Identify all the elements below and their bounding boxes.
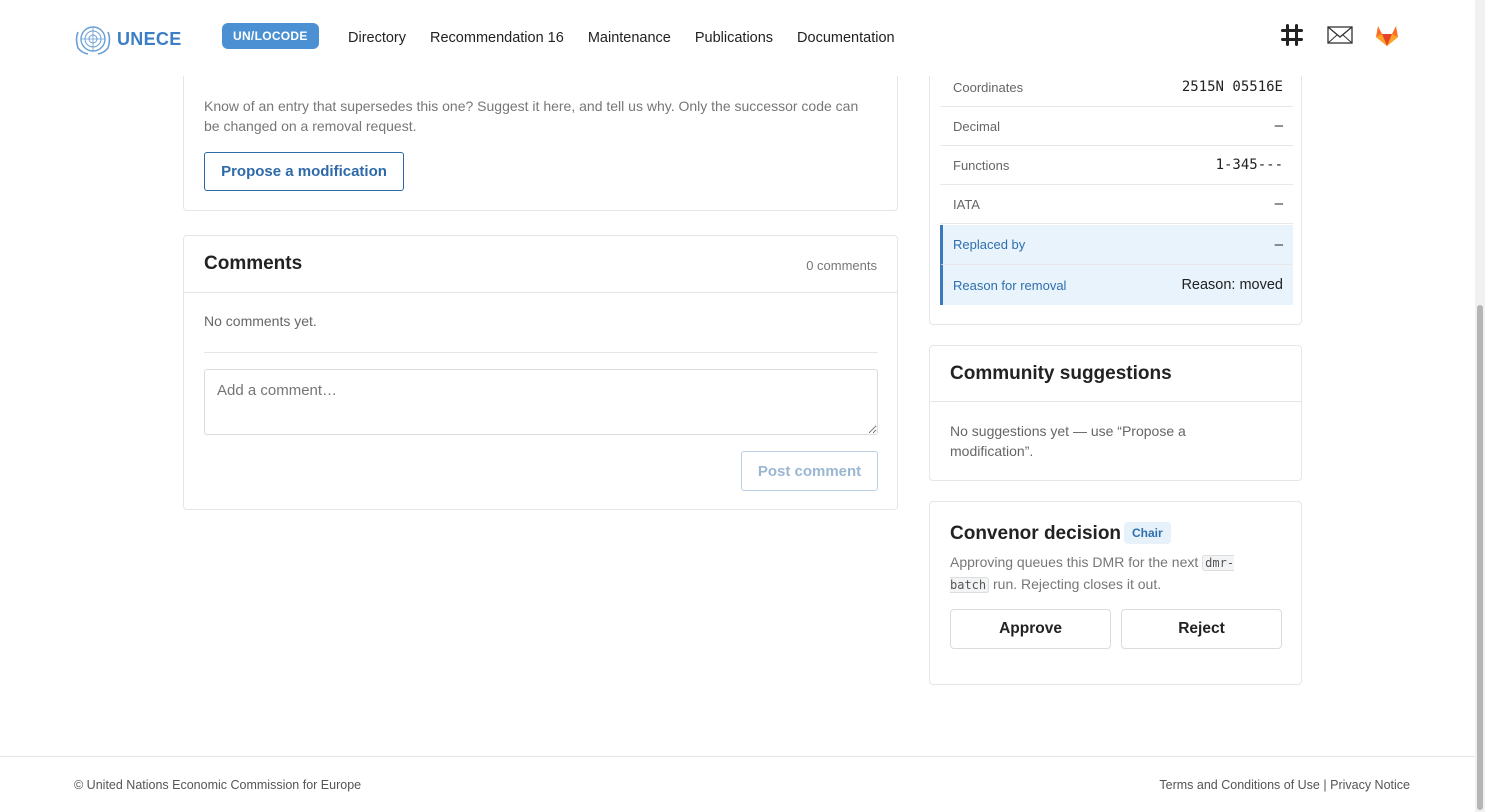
modification-text: Know of an entry that supersedes this on…	[204, 98, 859, 134]
comments-header: Comments 0 comments	[184, 236, 897, 293]
no-comments-text: No comments yet.	[204, 313, 317, 329]
footer: © United Nations Economic Commission for…	[0, 756, 1475, 812]
post-comment-button[interactable]: Post comment	[741, 451, 878, 491]
decision-title: Convenor decision	[950, 523, 1122, 544]
detail-label: Coordinates	[953, 79, 1024, 95]
nav-publications[interactable]: Publications	[695, 30, 773, 46]
approve-button[interactable]: Approve	[950, 609, 1111, 649]
terms-link[interactable]: Terms and Conditions of Use	[1159, 778, 1320, 792]
nav-directory[interactable]: Directory	[348, 30, 406, 46]
detail-value: —	[1274, 196, 1283, 212]
detail-label: IATA	[953, 196, 980, 212]
unlocode-badge[interactable]: UN/LOCODE	[222, 23, 319, 49]
slack-icon[interactable]	[1279, 22, 1305, 48]
scrollbar-thumb[interactable]	[1477, 305, 1483, 810]
chair-badge: Chair	[1124, 522, 1171, 544]
logo-text: UNECE	[117, 28, 182, 49]
detail-row-functions: Functions 1-345---	[940, 146, 1293, 185]
top-navbar: UNECE UN/LOCODE Directory Recommendation…	[0, 0, 1475, 76]
unece-logo[interactable]: UNECE	[74, 22, 182, 56]
un-emblem-icon	[75, 26, 111, 55]
detail-label: Decimal	[953, 118, 1000, 134]
mail-icon[interactable]	[1326, 22, 1354, 48]
detail-label: Replaced by	[953, 237, 1026, 252]
comment-input[interactable]	[204, 369, 878, 435]
detail-value: Reason: moved	[1181, 277, 1283, 293]
footer-separator: |	[1323, 778, 1327, 792]
detail-value: 2515N 05516E	[1181, 79, 1283, 95]
decision-description: Approving queues this DMR for the next d…	[950, 552, 1270, 596]
comments-card: Comments 0 comments No comments yet. Pos…	[183, 235, 898, 510]
comments-title: Comments	[204, 253, 303, 274]
page-scrollbar[interactable]	[1475, 0, 1485, 812]
nav-documentation[interactable]: Documentation	[797, 30, 895, 46]
detail-value: —	[1274, 236, 1283, 253]
detail-row-iata: IATA —	[940, 185, 1293, 224]
convenor-decision-card: Convenor decision Chair Approving queues…	[929, 501, 1302, 685]
details-card: Coordinates 2515N 05516E Decimal — Funct…	[929, 40, 1302, 325]
community-suggestions-card: Community suggestions No suggestions yet…	[929, 345, 1302, 481]
gitlab-icon[interactable]	[1374, 22, 1400, 48]
detail-value: 1-345---	[1215, 157, 1283, 173]
footer-links: Terms and Conditions of Use | Privacy No…	[1159, 778, 1410, 792]
decision-text-before: Approving queues this DMR for the next	[950, 554, 1203, 570]
suggestions-title: Community suggestions	[950, 363, 1172, 384]
comments-divider	[204, 352, 878, 353]
detail-row-reason-for-removal: Reason for removal Reason: moved	[940, 265, 1293, 305]
detail-value: —	[1274, 118, 1283, 134]
comments-count: 0 comments	[806, 258, 877, 273]
decision-text-after: run. Rejecting closes it out.	[989, 576, 1162, 592]
detail-label: Functions	[953, 157, 1010, 173]
propose-modification-button[interactable]: Propose a modification	[204, 152, 404, 191]
detail-label: Reason for removal	[953, 277, 1067, 293]
reject-button[interactable]: Reject	[1121, 609, 1282, 649]
suggestions-header: Community suggestions	[930, 346, 1301, 402]
detail-row-decimal: Decimal —	[940, 107, 1293, 146]
nav-recommendation-16[interactable]: Recommendation 16	[430, 30, 564, 46]
footer-copyright: © United Nations Economic Commission for…	[74, 778, 362, 792]
nav-maintenance[interactable]: Maintenance	[588, 30, 671, 46]
detail-row-replaced-by: Replaced by —	[940, 225, 1293, 265]
privacy-link[interactable]: Privacy Notice	[1330, 778, 1410, 792]
no-suggestions-text: No suggestions yet — use “Propose a modi…	[950, 423, 1186, 459]
main-nav: Directory Recommendation 16 Maintenance …	[348, 30, 895, 46]
